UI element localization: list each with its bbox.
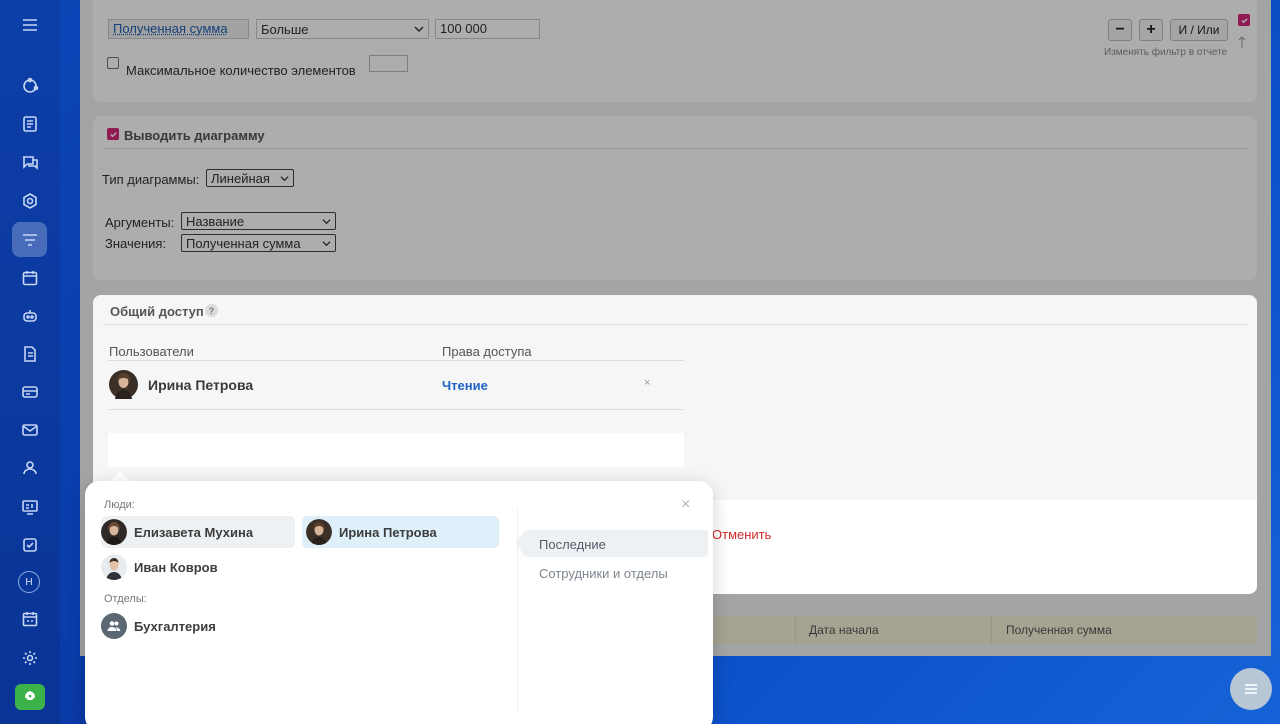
tab-recent[interactable]: Последние: [539, 537, 606, 552]
mail-icon[interactable]: [12, 412, 47, 447]
filter-field[interactable]: Полученная сумма: [108, 19, 249, 39]
avatar: [101, 554, 127, 580]
left-sidebar: Н: [0, 0, 60, 724]
divider: [103, 324, 1248, 325]
change-in-report-hint: Изменять фильтр в отчете: [1104, 47, 1227, 58]
presentation-icon[interactable]: [12, 489, 47, 524]
schedule-icon[interactable]: [12, 601, 47, 636]
group-icon: [101, 613, 127, 639]
menu-icon[interactable]: [12, 7, 47, 42]
chart-type-select[interactable]: Линейная: [206, 169, 294, 187]
arguments-select[interactable]: Название: [181, 212, 336, 230]
checkbox-icon[interactable]: [12, 527, 47, 562]
chevron-down-icon: [414, 24, 424, 34]
filter-icon[interactable]: [12, 222, 47, 257]
avatar: [101, 519, 127, 545]
add-condition-button[interactable]: +: [1139, 19, 1163, 41]
values-value: Полученная сумма: [186, 236, 301, 251]
arguments-value: Название: [186, 214, 244, 229]
tasks-list-icon[interactable]: [12, 106, 47, 141]
chat-button[interactable]: [1230, 668, 1272, 710]
divider: [795, 616, 796, 644]
values-select[interactable]: Полученная сумма: [181, 234, 336, 252]
person-name: Елизавета Мухина: [134, 525, 253, 540]
check-icon: [109, 130, 118, 139]
hexagon-icon[interactable]: [12, 183, 47, 218]
filter-card: [93, 0, 1257, 102]
filter-value-input[interactable]: 100 000: [435, 19, 540, 39]
avatar[interactable]: Н: [18, 571, 40, 593]
max-items-label: Максимальное количество элементов: [126, 63, 356, 78]
show-chart-label: Выводить диаграмму: [124, 128, 265, 143]
department-name: Бухгалтерия: [134, 619, 216, 634]
filter-operator-select[interactable]: Больше: [256, 19, 429, 39]
help-icon[interactable]: ?: [205, 304, 218, 317]
tab-active-notch: [516, 530, 525, 557]
robot-icon[interactable]: [12, 298, 47, 333]
feed-icon[interactable]: [12, 68, 47, 103]
department-item[interactable]: Бухгалтерия: [101, 610, 295, 642]
show-chart-checkbox[interactable]: [107, 128, 119, 140]
table-col-start-date[interactable]: Дата начала: [809, 623, 879, 637]
col-users: Пользователи: [109, 344, 194, 359]
chat-icon[interactable]: [12, 145, 47, 180]
divider: [108, 360, 684, 361]
person-name: Ирина Петрова: [339, 525, 437, 540]
chevron-down-icon: [322, 217, 331, 226]
check-icon: [1240, 16, 1249, 25]
avatar: [109, 370, 138, 399]
max-items-input[interactable]: [369, 55, 408, 72]
close-icon[interactable]: ×: [681, 496, 690, 514]
values-label: Значения:: [105, 236, 166, 251]
divider: [103, 148, 1248, 149]
divider: [991, 616, 992, 644]
contacts-icon[interactable]: [12, 450, 47, 485]
rocket-icon[interactable]: [15, 684, 45, 710]
chevron-down-icon: [322, 239, 331, 248]
filter-operator-value: Больше: [261, 22, 309, 37]
person-item[interactable]: Иван Ковров: [101, 551, 295, 583]
departments-section-label: Отделы:: [104, 593, 147, 605]
table-col-amount[interactable]: Полученная сумма: [1006, 623, 1112, 637]
card-icon[interactable]: [12, 374, 47, 409]
arrow-up-icon: [1238, 35, 1246, 49]
and-or-button[interactable]: И / Или: [1170, 19, 1228, 41]
arguments-label: Аргументы:: [105, 215, 174, 230]
cancel-link[interactable]: Отменить: [712, 527, 771, 542]
add-entity-field[interactable]: [108, 433, 684, 467]
list-icon: [1241, 679, 1261, 699]
divider: [108, 409, 684, 410]
calendar-icon[interactable]: [12, 260, 47, 295]
remove-condition-button[interactable]: −: [1108, 19, 1132, 41]
settings-icon[interactable]: [12, 640, 47, 675]
tab-employees-departments[interactable]: Сотрудники и отделы: [539, 566, 668, 581]
chart-card: [93, 116, 1257, 280]
col-rights: Права доступа: [442, 344, 532, 359]
max-items-checkbox[interactable]: [107, 57, 119, 69]
remove-user-icon[interactable]: ×: [644, 377, 650, 389]
access-title: Общий доступ: [110, 304, 204, 319]
chart-type-value: Линейная: [211, 171, 270, 186]
access-right-link[interactable]: Чтение: [442, 378, 488, 393]
person-name: Иван Ковров: [134, 560, 218, 575]
person-item-selected[interactable]: Ирина Петрова: [302, 516, 499, 548]
shared-user-name: Ирина Петрова: [148, 377, 253, 393]
document-icon[interactable]: [12, 336, 47, 371]
person-item[interactable]: Елизавета Мухина: [101, 516, 295, 548]
chart-type-label: Тип диаграммы:: [102, 172, 199, 187]
avatar: [306, 519, 332, 545]
chevron-down-icon: [280, 174, 289, 183]
people-section-label: Люди:: [104, 499, 135, 511]
change-in-report-checkbox[interactable]: [1238, 14, 1250, 26]
